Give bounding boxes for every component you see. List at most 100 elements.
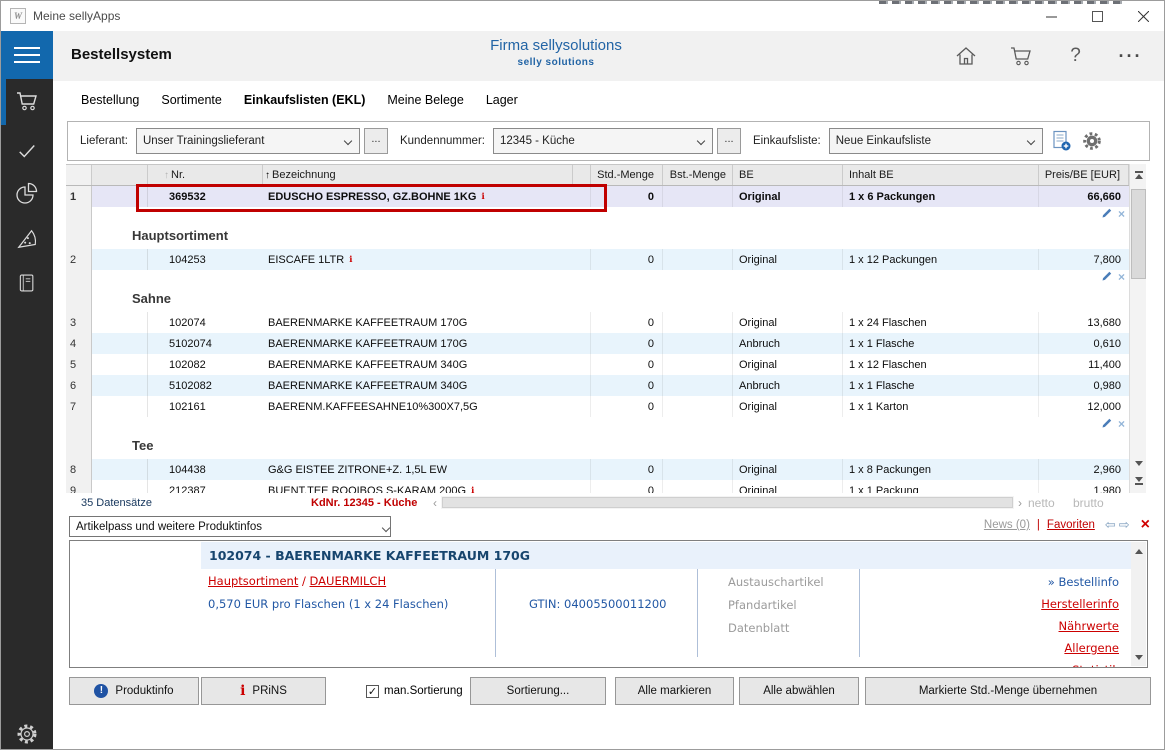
allergene-link[interactable]: Allergene xyxy=(1041,637,1119,659)
alle-markieren-button[interactable]: Alle markieren xyxy=(615,677,734,705)
cell-std-menge[interactable]: 0 xyxy=(591,354,663,375)
maximize-button[interactable] xyxy=(1074,1,1120,31)
detail-scrollbar[interactable] xyxy=(1131,542,1146,666)
new-list-button[interactable] xyxy=(1052,130,1072,152)
category-link[interactable]: DAUERMILCH xyxy=(310,574,387,588)
table-row[interactable]: 2 104253 EISCAFE 1LTRi 0 Original 1 x 12… xyxy=(66,249,1129,270)
cell-bst-menge[interactable] xyxy=(663,354,733,375)
scrollbar-thumb[interactable] xyxy=(1131,189,1146,279)
delete-group-button[interactable]: × xyxy=(1118,209,1125,219)
sortierung-button[interactable]: Sortierung... xyxy=(470,677,606,705)
cell-bst-menge[interactable] xyxy=(663,375,733,396)
category-link[interactable]: Hauptsortiment xyxy=(208,574,298,588)
cell-bst-menge[interactable] xyxy=(663,186,733,207)
sidebar-item-speiseplan[interactable] xyxy=(1,216,53,262)
tab-bestellung[interactable]: Bestellung xyxy=(70,93,150,107)
table-row[interactable]: 8 104438 G&G EISTEE ZITRONE+Z. 1,5L EW 0… xyxy=(66,459,1129,480)
col-inhalt-be[interactable]: Inhalt BE xyxy=(843,165,1039,185)
vertical-scrollbar[interactable] xyxy=(1129,164,1146,493)
table-row[interactable]: 3 102074 BAERENMARKE KAFFEETRAUM 170G 0 … xyxy=(66,312,1129,333)
close-button[interactable] xyxy=(1120,1,1165,31)
prins-button[interactable]: i PRiNS xyxy=(201,677,326,705)
edit-group-button[interactable] xyxy=(1102,208,1112,221)
close-panel-icon[interactable]: × xyxy=(1141,519,1150,531)
news-link[interactable]: News (0) xyxy=(984,519,1030,531)
sidebar-item-check[interactable] xyxy=(1,128,53,174)
lieferant-select[interactable]: Unser Trainingslieferant xyxy=(136,128,360,154)
cell-std-menge[interactable]: 0 xyxy=(591,312,663,333)
cell-bst-menge[interactable] xyxy=(663,459,733,480)
menu-button[interactable] xyxy=(1,31,53,79)
sidebar-settings-button[interactable] xyxy=(1,711,53,750)
bestellinfo-link[interactable]: » Bestellinfo xyxy=(1041,571,1119,593)
scroll-right-icon[interactable]: › xyxy=(1014,496,1026,510)
produktinfo-button[interactable]: ! Produktinfo xyxy=(69,677,199,705)
man-sortierung-checkbox[interactable]: ✓ man.Sortierung xyxy=(366,685,466,698)
scroll-top-button[interactable] xyxy=(1131,166,1146,182)
brutto-toggle[interactable]: brutto xyxy=(1073,496,1104,510)
cell-std-menge[interactable]: 0 xyxy=(591,249,663,270)
edit-group-button[interactable] xyxy=(1102,418,1112,431)
prev-next-arrows-icon[interactable]: ⇦⇨ xyxy=(1105,517,1133,533)
cell-bst-menge[interactable] xyxy=(663,396,733,417)
minimize-button[interactable] xyxy=(1028,1,1074,31)
col-be[interactable]: BE xyxy=(733,165,843,185)
col-preis[interactable]: Preis/BE [EUR] xyxy=(1039,165,1129,185)
col-std-menge[interactable]: Std.-Menge xyxy=(591,165,663,185)
tab-einkaufslisten[interactable]: Einkaufslisten (EKL) xyxy=(233,93,377,107)
cell-std-menge[interactable]: 0 xyxy=(591,480,663,493)
statistik-link[interactable]: Statistik xyxy=(1041,659,1119,668)
lieferant-more-button[interactable]: ... xyxy=(364,128,388,154)
kundennummer-select[interactable]: 12345 - Küche xyxy=(493,128,713,154)
table-row[interactable]: 6 5102082 BAERENMARKE KAFFEETRAUM 340G 0… xyxy=(66,375,1129,396)
cell-std-menge[interactable]: 0 xyxy=(591,375,663,396)
cart-button[interactable] xyxy=(993,31,1048,81)
scroll-down-button[interactable] xyxy=(1131,455,1146,471)
kundennummer-more-button[interactable]: ... xyxy=(717,128,741,154)
cell-bst-menge[interactable] xyxy=(663,480,733,493)
checkbox-icon[interactable]: ✓ xyxy=(366,685,379,698)
delete-group-button[interactable]: × xyxy=(1118,272,1125,282)
favoriten-link[interactable]: Favoriten xyxy=(1047,519,1095,531)
help-button[interactable]: ? xyxy=(1048,31,1103,81)
cell-std-menge[interactable]: 0 xyxy=(591,459,663,480)
tab-lager[interactable]: Lager xyxy=(475,93,529,107)
sidebar-item-katalog[interactable] xyxy=(1,260,53,306)
naehrwerte-link[interactable]: Nährwerte xyxy=(1041,615,1119,637)
netto-toggle[interactable]: netto xyxy=(1028,496,1055,510)
scroll-left-icon[interactable]: ‹ xyxy=(429,496,441,510)
herstellerinfo-link[interactable]: Herstellerinfo xyxy=(1041,593,1119,615)
cell-std-menge[interactable]: 0 xyxy=(591,186,663,207)
edit-group-button[interactable] xyxy=(1102,271,1112,284)
table-row[interactable]: 9 212387 BUENT.TEE ROOIBOS S-KARAM 200Gi… xyxy=(66,480,1129,493)
filter-settings-button[interactable] xyxy=(1081,130,1103,152)
table-row[interactable]: 4 5102074 BAERENMARKE KAFFEETRAUM 170G 0… xyxy=(66,333,1129,354)
produktinfo-select[interactable]: Artikelpass und weitere Produktinfos xyxy=(69,516,391,537)
alle-abwaehlen-button[interactable]: Alle abwählen xyxy=(739,677,859,705)
scroll-bottom-button[interactable] xyxy=(1131,473,1146,489)
table-row[interactable]: 5 102082 BAERENMARKE KAFFEETRAUM 340G 0 … xyxy=(66,354,1129,375)
col-nr[interactable]: ↑Nr. xyxy=(148,165,263,185)
table-row[interactable]: 7 102161 BAERENM.KAFFEESAHNE10%300X7,5G … xyxy=(66,396,1129,417)
home-button[interactable] xyxy=(938,31,993,81)
cell-bst-menge[interactable] xyxy=(663,312,733,333)
col-bezeichnung[interactable]: ↑Bezeichnung xyxy=(263,165,573,185)
tab-meine-belege[interactable]: Meine Belege xyxy=(376,93,474,107)
table-row[interactable]: 1 369532 EDUSCHO ESPRESSO, GZ.BOHNE 1KGi… xyxy=(66,186,1129,207)
cell-bst-menge[interactable] xyxy=(663,333,733,354)
horizontal-scrollbar[interactable]: ‹ › xyxy=(429,495,1026,510)
more-button[interactable]: ··· xyxy=(1103,31,1158,81)
uebernehmen-button[interactable]: Markierte Std.-Menge übernehmen xyxy=(865,677,1151,705)
cell-std-menge[interactable]: 0 xyxy=(591,333,663,354)
cell-bst-menge[interactable] xyxy=(663,249,733,270)
einkaufsliste-select[interactable]: Neue Einkaufsliste xyxy=(829,128,1043,154)
col-bst-menge[interactable]: Bst.-Menge xyxy=(663,165,733,185)
cell-std-menge[interactable]: 0 xyxy=(591,396,663,417)
scroll-down-button[interactable] xyxy=(1132,649,1145,665)
sidebar-item-statistik[interactable] xyxy=(1,170,53,216)
scrollbar-thumb[interactable] xyxy=(442,497,1013,508)
delete-group-button[interactable]: × xyxy=(1118,419,1125,429)
sidebar-item-bestellsystem[interactable] xyxy=(1,78,53,124)
tab-sortimente[interactable]: Sortimente xyxy=(150,93,232,107)
scroll-up-button[interactable] xyxy=(1132,543,1145,559)
